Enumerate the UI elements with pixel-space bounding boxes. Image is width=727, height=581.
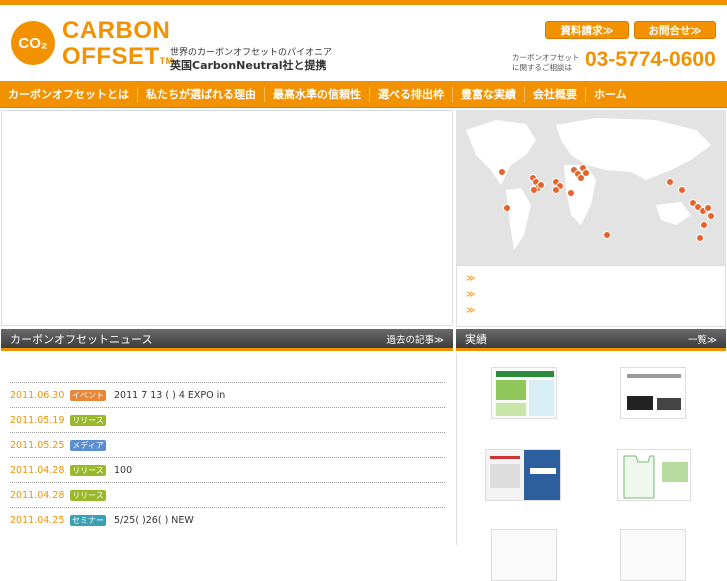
news-item[interactable]: 2011.04.28 リリース 100 (10, 457, 445, 482)
logo-carbon[interactable]: CARBON (62, 17, 170, 45)
work-thumbnail[interactable] (620, 367, 686, 419)
news-item[interactable]: 2011.06.30 イベント 2011 7 13 ( ) 4 EXPO in (10, 382, 445, 407)
phone-label-2: に関するご相談は (512, 63, 572, 72)
main-nav: カーボンオフセットとは 私たちが選ばれる理由 最高水準の信頼性 選べる排出枠 豊… (0, 81, 727, 108)
logo-offset-text: OFFSET (62, 43, 160, 70)
tagline-partner: 英国CarbonNeutral社と提携 (170, 59, 327, 72)
work-thumb-graphic (618, 450, 690, 500)
news-archive-link[interactable]: 過去の記事≫ (387, 332, 444, 346)
phone-label-1: カーボンオフセット (512, 53, 580, 62)
work-thumbnail[interactable] (485, 449, 561, 501)
news-badge-release: リリース (70, 489, 106, 501)
work-thumb-graphic (621, 368, 685, 418)
work-thumbnail[interactable] (617, 449, 691, 501)
works-title: 実績 (465, 332, 487, 346)
work-thumbnail[interactable] (620, 529, 686, 581)
news-item[interactable]: 2011.04.28 リリース (10, 482, 445, 507)
news-date: 2011.05.19 (10, 414, 65, 426)
works-header: 実績 一覧≫ (456, 329, 726, 351)
phone-number: 03-5774-0600 (585, 48, 716, 71)
nav-about[interactable]: カーボンオフセットとは (0, 86, 138, 102)
work-thumb-graphic (496, 371, 554, 416)
news-title: カーボンオフセットニュース (10, 332, 153, 346)
nav-home[interactable]: ホーム (586, 87, 635, 102)
news-text: 5/25( )26( ) NEW (114, 514, 194, 526)
news-text: 100 (114, 464, 133, 476)
news-header: カーボンオフセットニュース 過去の記事≫ (1, 329, 453, 351)
news-text: 2011 7 13 ( ) 4 EXPO in (114, 389, 226, 401)
nav-company[interactable]: 会社概要 (525, 86, 586, 102)
world-map[interactable] (456, 110, 726, 265)
work-thumbnail[interactable] (491, 367, 557, 419)
news-badge-seminar: セミナー (70, 514, 106, 526)
nav-reliability[interactable]: 最高水準の信頼性 (265, 86, 370, 102)
works-list-link[interactable]: 一覧≫ (688, 332, 717, 346)
works-panel (456, 353, 726, 581)
contact-button[interactable]: お問合せ≫ (634, 21, 716, 39)
news-item[interactable]: 2011.05.25 メディア (10, 432, 445, 457)
news-date: 2011.04.25 (10, 514, 65, 526)
nav-credits[interactable]: 選べる排出枠 (370, 86, 453, 102)
map-link-2[interactable]: ≫ (466, 290, 475, 300)
map-link-1[interactable]: ≫ (466, 274, 475, 284)
news-date: 2011.06.30 (10, 389, 65, 401)
logo-offset[interactable]: OFFSETTM (62, 43, 174, 71)
news-badge-release: リリース (70, 414, 106, 426)
news-badge-media: メディア (70, 439, 106, 451)
map-links: ≫ ≫ ≫ (456, 265, 726, 327)
news-date: 2011.04.28 (10, 464, 65, 476)
nav-works[interactable]: 豊富な実績 (453, 86, 525, 102)
news-item[interactable]: 2011.04.25 セミナー 5/25( )26( ) NEW (10, 507, 445, 532)
co2-logo-icon[interactable]: CO₂ (11, 21, 55, 65)
nav-reasons[interactable]: 私たちが選ばれる理由 (138, 86, 265, 102)
hero-area (1, 110, 453, 326)
request-materials-button[interactable]: 資料請求≫ (545, 21, 629, 39)
news-date: 2011.05.25 (10, 439, 65, 451)
news-item[interactable]: 2011.05.19 リリース (10, 407, 445, 432)
news-badge-release: リリース (70, 464, 106, 476)
news-date: 2011.04.28 (10, 489, 65, 501)
work-thumb-graphic (486, 450, 560, 500)
phone-label: カーボンオフセット に関するご相談は (512, 53, 580, 73)
world-map-graphic (456, 110, 726, 265)
work-thumbnail[interactable] (491, 529, 557, 581)
header: CO₂ CARBON OFFSETTM 世界のカーボンオフセットのパイオニア 英… (0, 5, 727, 78)
news-badge-event: イベント (70, 389, 106, 401)
map-link-3[interactable]: ≫ (466, 306, 475, 316)
news-list: 2011.06.30 イベント 2011 7 13 ( ) 4 EXPO in … (1, 353, 453, 545)
